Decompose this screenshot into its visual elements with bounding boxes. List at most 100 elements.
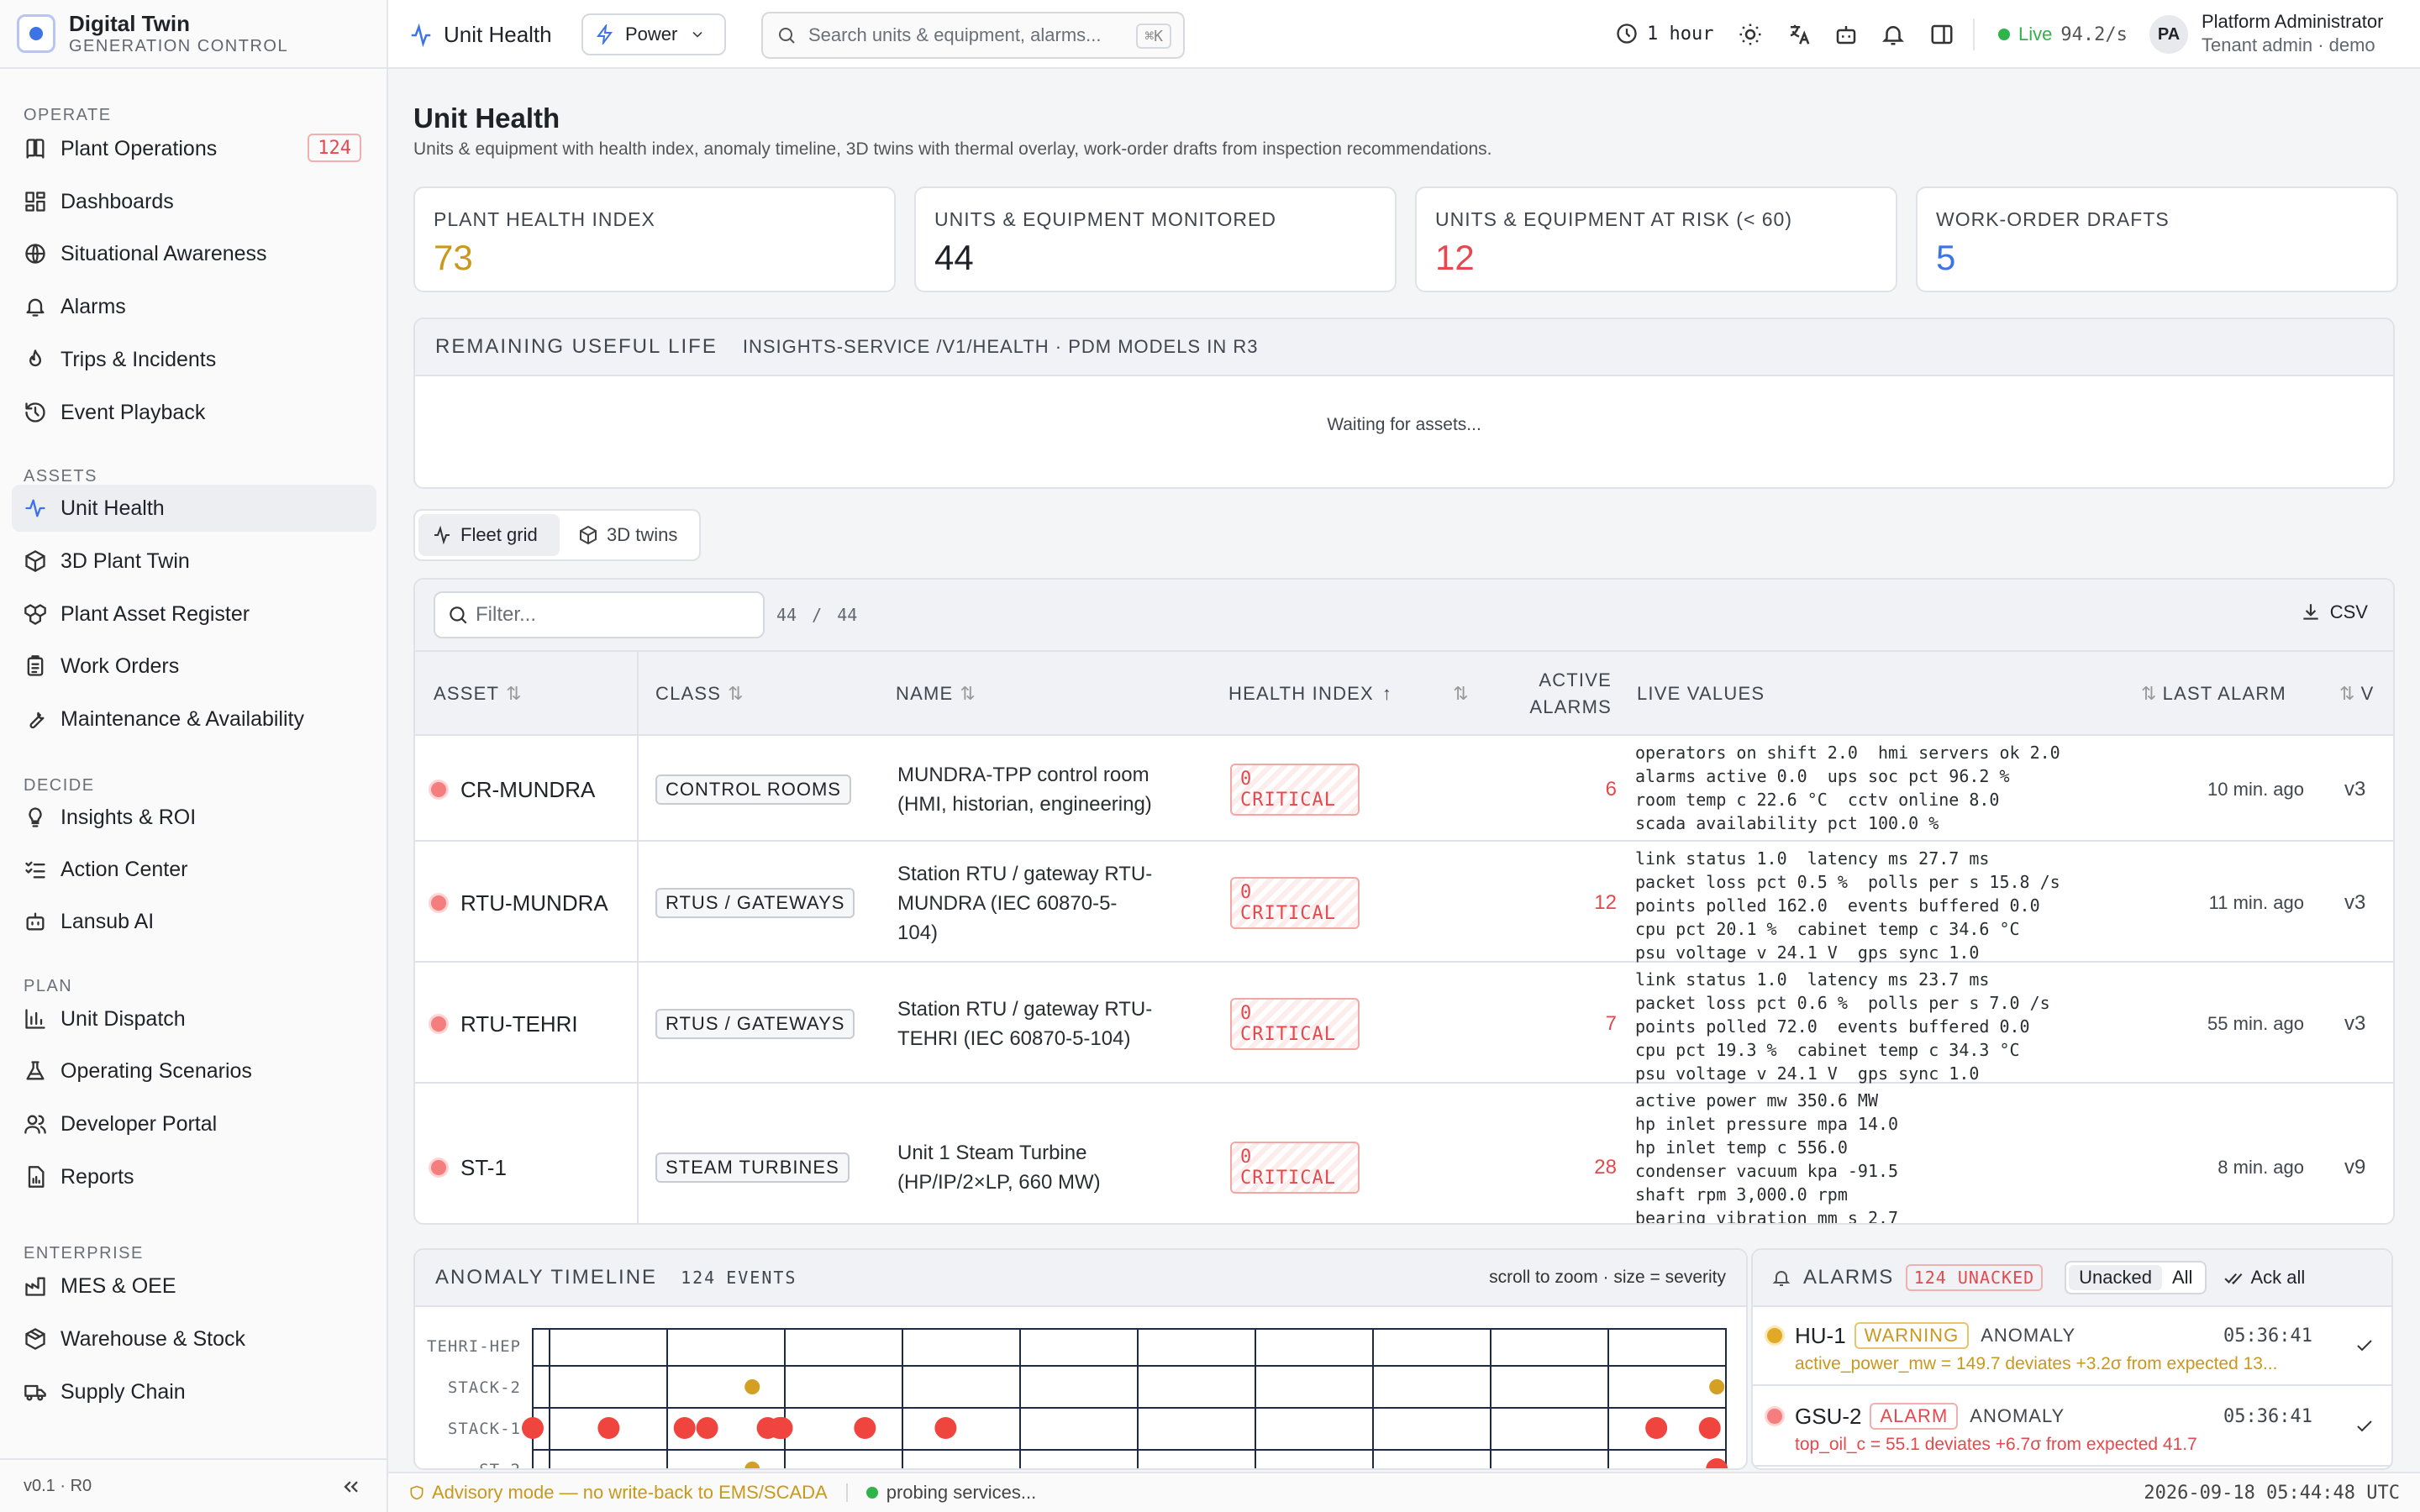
filter-input[interactable]: Filter... (434, 591, 765, 638)
sidebar-item-reports[interactable]: Reports (12, 1153, 376, 1200)
collapse-sidebar-icon[interactable] (339, 1475, 363, 1499)
search-icon (779, 28, 795, 44)
breadcrumb: Unit Health (408, 22, 552, 48)
sidebar-item-supply-chain[interactable]: Supply Chain (12, 1368, 376, 1415)
col-asset[interactable]: ASSET ⇅ (434, 652, 523, 736)
panel-toggle-icon[interactable] (1929, 22, 1954, 47)
sidebar-item-dashboards[interactable]: Dashboards (12, 178, 376, 225)
sidebar-item-label: Unit Dispatch (60, 1006, 186, 1031)
ack-check-icon[interactable] (2354, 1416, 2375, 1436)
anomaly-point (522, 1417, 544, 1439)
domain-selector[interactable]: Power (581, 13, 726, 55)
lane-label: STACK-2 (448, 1378, 521, 1397)
sidebar-item-label: Situational Awareness (60, 241, 267, 265)
sidebar-item-trips-incidents[interactable]: Trips & Incidents (12, 336, 376, 383)
time-range-selector[interactable]: 1 hour (1615, 22, 1713, 45)
divider (845, 1483, 848, 1502)
ack-all-button[interactable]: Ack all (2223, 1267, 2305, 1289)
sidebar-item-warehouse-stock[interactable]: Warehouse & Stock (12, 1315, 376, 1362)
rul-title: REMAINING USEFUL LIFE (435, 335, 718, 358)
alarms-panel: ALARMS 124 UNACKED Unacked All Ack all H… (1751, 1248, 2393, 1470)
asset-id: RTU-TEHRI (460, 1011, 578, 1037)
lane-label: ST-2 (479, 1461, 521, 1470)
anomaly-point (854, 1417, 876, 1439)
status-dot-icon (429, 1158, 449, 1178)
notifications-icon[interactable] (1881, 22, 1906, 47)
kpi-card: WORK-ORDER DRAFTS 5 (1916, 186, 2398, 292)
sidebar-item-label: Unit Health (60, 496, 165, 520)
col-active-alarms[interactable]: ACTIVE ALARMS (1516, 652, 1612, 736)
table-row[interactable]: RTU-TEHRI RTUS / GATEWAYS Station RTU / ga… (415, 964, 2393, 1084)
sidebar-item-label: 3D Plant Twin (60, 549, 190, 573)
sidebar-item-action-center[interactable]: Action Center (12, 846, 376, 893)
alarm-item[interactable]: HU-1 WARNING ANOMALY 05:36:41 active_power_m… (1753, 1307, 2391, 1386)
sidebar-item-unit-health[interactable]: Unit Health (12, 485, 376, 532)
csv-export-button[interactable]: CSV (2300, 601, 2368, 623)
col-last-alarm[interactable]: ⇅ LAST ALARM (2141, 652, 2286, 736)
sidebar-item-unit-dispatch[interactable]: Unit Dispatch (12, 995, 376, 1042)
translate-icon[interactable] (1786, 22, 1812, 47)
sidebar-item-mes-oee[interactable]: MES & OEE (12, 1263, 376, 1310)
sidebar-item-plant-operations[interactable]: Plant Operations 124 (12, 125, 376, 172)
app-subtitle: GENERATION CONTROL (69, 37, 289, 55)
timeline-chart[interactable]: TEHRI-HEP STACK-2 STACK-1 ST-2 (415, 1307, 1748, 1470)
alarm-kind: ANOMALY (1981, 1325, 2076, 1346)
sidebar-item-3d-plant-twin[interactable]: 3D Plant Twin (12, 538, 376, 585)
live-values: operators on shift 2.0 hmi servers ok 2.… (1635, 743, 2060, 833)
theme-toggle-icon[interactable] (1738, 22, 1763, 47)
health-badge: 0 CRITICAL (1230, 764, 1360, 816)
sidebar-item-work-orders[interactable]: Work Orders (12, 643, 376, 690)
sidebar-item-operating-scenarios[interactable]: Operating Scenarios (12, 1047, 376, 1095)
user-role: Tenant admin · demo (2202, 34, 2375, 55)
lightbulb-icon (29, 807, 42, 827)
clock-icon (1617, 24, 1637, 44)
book-icon (26, 139, 45, 159)
active-alarms-count: 28 (1594, 1156, 1617, 1179)
nav-section-plan: PLAN (24, 977, 73, 995)
sidebar-item-plant-asset-register[interactable]: Plant Asset Register (12, 591, 376, 638)
alarm-item[interactable]: GSU-2 ALARM ANOMALY 05:36:41 top_oil_c = 55.… (1753, 1388, 2391, 1467)
kpi-value: 12 (1435, 238, 1475, 277)
last-alarm: 8 min. ago (2217, 1157, 2304, 1178)
brand[interactable]: Digital Twin GENERATION CONTROL (0, 0, 387, 69)
last-alarm: 10 min. ago (2207, 779, 2304, 800)
live-values: link status 1.0 latency ms 27.7 ms packe… (1635, 848, 2060, 963)
avatar[interactable]: PA (2149, 15, 2188, 54)
sidebar-item-event-playback[interactable]: Event Playback (12, 389, 376, 436)
tab-fleet-grid[interactable]: Fleet grid (418, 514, 560, 556)
tab-unacked[interactable]: Unacked (2069, 1265, 2162, 1290)
col-class[interactable]: CLASS ⇅ (655, 652, 744, 736)
sidebar-item-developer-portal[interactable]: Developer Portal (12, 1100, 376, 1147)
ack-check-icon[interactable] (2354, 1336, 2375, 1356)
bar-chart-icon (25, 1009, 45, 1029)
anomaly-timeline: ANOMALY TIMELINE 124 EVENTS scroll to zo… (413, 1248, 1748, 1470)
bot-icon[interactable] (1833, 22, 1859, 47)
fleet-table: Filter... 44 / 44 CSV ASSET ⇅ CLASS ⇅ NAME… (413, 578, 2395, 1225)
row-count-total: 44 (837, 605, 858, 625)
sidebar-item-maintenance-availability[interactable]: Maintenance & Availability (12, 696, 376, 743)
kpi-label: UNITS & EQUIPMENT AT RISK (< 60) (1435, 208, 1793, 230)
table-row[interactable]: CR-MUNDRA CONTROL ROOMS MUNDRA-TPP control… (415, 738, 2393, 842)
table-row[interactable]: RTU-MUNDRA RTUS / GATEWAYS Station RTU / g… (415, 843, 2393, 963)
user-menu[interactable]: Platform Administrator Tenant admin · de… (2202, 10, 2383, 57)
cube-icon (580, 525, 597, 545)
anomaly-point (1709, 1379, 1725, 1394)
tab-3d-twins[interactable]: 3D twins (565, 514, 691, 556)
search-input[interactable]: Search units & equipment, alarms... ⌘K (761, 12, 1185, 59)
topbar: Unit Health Power Search units & equipme… (388, 0, 2420, 69)
alarm-kind: ANOMALY (1970, 1405, 2065, 1426)
alarm-level-badge: ALARM (1870, 1403, 1959, 1430)
alarms-title: ALARMS (1803, 1266, 1894, 1289)
col-version[interactable]: ⇅ V (2339, 652, 2375, 736)
table-row[interactable]: ST-1 STEAM TURBINES Unit 1 Steam Turbine (H… (415, 1085, 2393, 1223)
col-name[interactable]: NAME ⇅ (896, 652, 976, 736)
sidebar-item-insights-roi[interactable]: Insights & ROI (12, 794, 376, 841)
page-breadcrumb-title: Unit Health (444, 22, 552, 47)
active-alarms-count: 6 (1605, 778, 1617, 801)
severity-dot-icon (1765, 1326, 1785, 1346)
col-health[interactable]: HEALTH INDEX ↑ ⇅ (1228, 652, 1470, 736)
sidebar-item-alarms[interactable]: Alarms (12, 283, 376, 330)
sidebar-item-situational-awareness[interactable]: Situational Awareness (12, 230, 376, 277)
tab-all[interactable]: All (2162, 1265, 2202, 1290)
sidebar-item-lansub-ai[interactable]: Lansub AI (12, 898, 376, 945)
